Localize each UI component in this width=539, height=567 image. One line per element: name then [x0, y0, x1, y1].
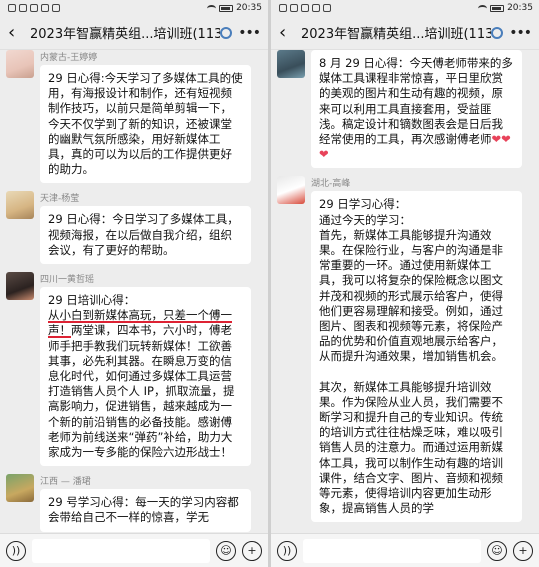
avatar[interactable]	[6, 474, 34, 503]
back-chevron-icon[interactable]: ‹	[8, 22, 30, 43]
battery-icon	[490, 4, 505, 12]
chat-title: 2023年智赢精英组...培训班(113)	[30, 27, 221, 42]
chat-message: 江西 — 潘珺 29 号学习心得：每一天的学习内容都会带给自己不一样的惊喜，学无	[0, 474, 268, 532]
avatar[interactable]	[277, 50, 305, 78]
avatar[interactable]	[6, 191, 34, 220]
message-input[interactable]	[303, 538, 481, 563]
notification-icons	[279, 4, 331, 12]
wifi-icon	[207, 4, 217, 12]
sender-name: 四川一黄哲瑶	[40, 275, 95, 286]
avatar[interactable]	[6, 272, 34, 301]
app-icon	[301, 4, 309, 12]
status-bar: 20:35	[271, 0, 539, 16]
sender-name: 江西 — 潘珺	[40, 477, 91, 488]
message-input[interactable]	[32, 538, 210, 563]
app-icon	[19, 4, 27, 12]
chat-message: 内蒙古-王婷婷 29 日心得:今天学习了多媒体工具的使用，有海报设计和制作，还有…	[0, 50, 268, 184]
message-text: 29 日学习心得： 通过今天的学习： 首先，新媒体工具能够提升沟通效果。在保险行…	[319, 197, 503, 364]
message-text: 29 号学习心得：每一天的学习内容都会带给自己不一样的惊喜，学无	[48, 495, 239, 525]
avatar[interactable]	[6, 50, 34, 78]
message-bubble[interactable]: 8 月 29 日心得：今天傅老师带来的多媒体工具课程非常惊喜，平日里欣赏的美观的…	[311, 50, 522, 169]
plus-icon[interactable]: +	[242, 540, 262, 561]
battery-icon	[219, 4, 234, 12]
emoji-icon[interactable]: ☺	[216, 540, 236, 561]
chat-message: 天津-杨莹 29 日心得：今日学习了多媒体工具，视频海报，在以后做自我介绍，组织…	[0, 191, 268, 265]
app-icon	[41, 4, 49, 12]
app-icon	[279, 4, 287, 12]
message-bubble[interactable]: 29 日心得：今日学习了多媒体工具，视频海报，在以后做自我介绍，组织会议，有了更…	[40, 206, 251, 265]
avatar[interactable]	[277, 176, 305, 205]
sender-name: 天津-杨莹	[40, 194, 80, 205]
message-bubble[interactable]: 29 日心得:今天学习了多媒体工具的使用，有海报设计和制作，还有短视频制作技巧，…	[40, 65, 251, 184]
app-icon	[312, 4, 320, 12]
message-bubble[interactable]: 29 日培训心得： 从小白到新媒体高玩，只差一个傅一声！两堂课，四本书，六小时，傅…	[40, 287, 251, 467]
message-body: 8 月 29 日心得：今天傅老师带来的多媒体工具课程非常惊喜，平日里欣赏的美观的…	[319, 56, 513, 147]
voice-icon[interactable]: ))	[6, 540, 26, 561]
message-text: 29 日心得:今天学习了多媒体工具的使用，有海报设计和制作，还有短视频制作技巧，…	[48, 71, 243, 177]
chat-list[interactable]: 8 月 29 日心得：今天傅老师带来的多媒体工具课程非常惊喜，平日里欣赏的美观的…	[271, 50, 539, 533]
more-dots-icon[interactable]: •••	[238, 25, 261, 41]
plus-icon[interactable]: +	[513, 540, 533, 561]
sender-name: 湖北-高峰	[311, 179, 351, 190]
chat-message: 湖北-高峰 29 日学习心得： 通过今天的学习： 首先，新媒体工具能够提升沟通效…	[271, 176, 539, 523]
chat-title: 2023年智赢精英组...培训班(113)	[301, 27, 492, 42]
chat-list[interactable]: 内蒙古-王婷婷 29 日心得:今天学习了多媒体工具的使用，有海报设计和制作，还有…	[0, 50, 268, 533]
app-icon	[290, 4, 298, 12]
voice-icon[interactable]: ))	[277, 540, 297, 561]
app-icon	[8, 4, 16, 12]
app-icon	[52, 4, 60, 12]
status-bar: 20:35	[0, 0, 268, 16]
emoji-icon[interactable]: ☺	[487, 540, 507, 561]
app-icon	[30, 4, 38, 12]
message-bubble[interactable]: 29 号学习心得：每一天的学习内容都会带给自己不一样的惊喜，学无	[40, 489, 251, 532]
notification-icons	[8, 4, 60, 12]
app-icon	[323, 4, 331, 12]
message-intro: 29 日培训心得：	[48, 293, 136, 308]
message-text: 29 日心得：今日学习了多媒体工具，视频海报，在以后做自我介绍，组织会议，有了更…	[48, 212, 239, 257]
message-text: 其次，新媒体工具能够提升培训效果。作为保险从业人员，我们需要不断学习和提升自己的…	[319, 379, 503, 516]
clock: 20:35	[236, 3, 262, 13]
search-person-icon[interactable]	[220, 26, 233, 39]
input-bar: )) ☺ +	[271, 533, 539, 567]
chat-message: 四川一黄哲瑶 29 日培训心得： 从小白到新媒体高玩，只差一个傅一声！两堂课，四本…	[0, 272, 268, 467]
back-chevron-icon[interactable]: ‹	[279, 22, 301, 43]
message-rest: 两堂课，四本书，六小时，傅老师手把手教我们玩转新媒体！工欲善其事，必先利其器。在…	[48, 323, 235, 460]
chat-header: ‹ 2023年智赢精英组...培训班(113) •••	[271, 16, 539, 50]
message-text: 29 日培训心得： 从小白到新媒体高玩，只差一个傅一声！两堂课，四本书，六小时，傅…	[48, 293, 243, 460]
more-dots-icon[interactable]: •••	[509, 25, 532, 41]
search-person-icon[interactable]	[491, 26, 504, 39]
clock: 20:35	[507, 3, 533, 13]
chat-header: ‹ 2023年智赢精英组...培训班(113) •••	[0, 16, 268, 50]
chat-message: 8 月 29 日心得：今天傅老师带来的多媒体工具课程非常惊喜，平日里欣赏的美观的…	[271, 50, 539, 169]
message-text: 8 月 29 日心得：今天傅老师带来的多媒体工具课程非常惊喜，平日里欣赏的美观的…	[319, 56, 514, 162]
right-screen: 20:35 ‹ 2023年智赢精英组...培训班(113) ••• 8 月 29…	[271, 0, 539, 567]
sender-name: 内蒙古-王婷婷	[40, 53, 98, 63]
input-bar: )) ☺ +	[0, 533, 268, 567]
wifi-icon	[478, 4, 488, 12]
message-bubble[interactable]: 29 日学习心得： 通过今天的学习： 首先，新媒体工具能够提升沟通效果。在保险行…	[311, 191, 522, 523]
left-screen: 20:35 ‹ 2023年智赢精英组...培训班(113) ••• 内蒙古-王婷…	[0, 0, 268, 567]
